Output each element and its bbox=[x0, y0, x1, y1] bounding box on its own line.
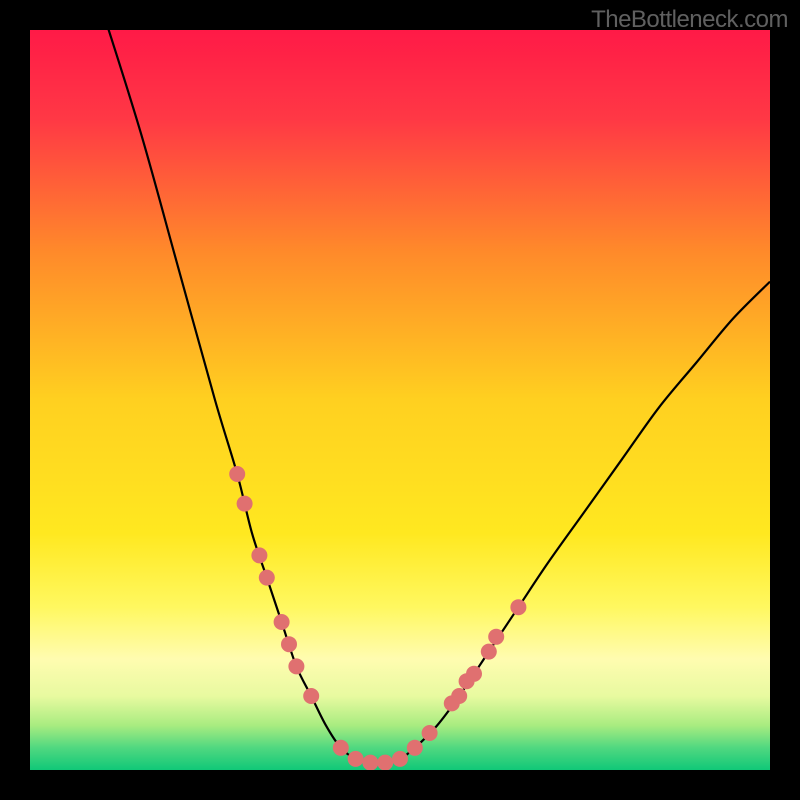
data-marker bbox=[392, 751, 408, 767]
data-marker bbox=[451, 688, 467, 704]
data-marker bbox=[274, 614, 290, 630]
data-marker bbox=[229, 466, 245, 482]
data-marker bbox=[259, 570, 275, 586]
data-marker bbox=[237, 496, 253, 512]
data-marker bbox=[333, 740, 349, 756]
data-marker bbox=[281, 636, 297, 652]
data-marker bbox=[288, 658, 304, 674]
data-marker bbox=[362, 755, 378, 770]
data-marker bbox=[510, 599, 526, 615]
data-marker bbox=[481, 644, 497, 660]
bottleneck-curve bbox=[104, 30, 770, 763]
data-marker bbox=[348, 751, 364, 767]
watermark-text: TheBottleneck.com bbox=[591, 6, 788, 34]
data-marker bbox=[422, 725, 438, 741]
data-marker bbox=[407, 740, 423, 756]
data-markers bbox=[229, 466, 526, 770]
data-marker bbox=[303, 688, 319, 704]
data-marker bbox=[377, 755, 393, 770]
data-marker bbox=[251, 547, 267, 563]
plot-area bbox=[30, 30, 770, 770]
data-marker bbox=[466, 666, 482, 682]
plot-inner bbox=[30, 30, 770, 770]
curve-layer bbox=[30, 30, 770, 770]
data-marker bbox=[488, 629, 504, 645]
